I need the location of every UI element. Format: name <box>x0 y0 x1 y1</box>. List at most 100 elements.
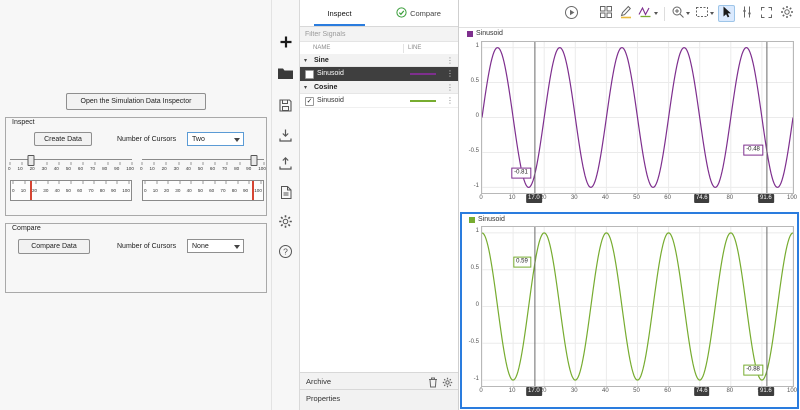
tab-compare[interactable]: Compare <box>379 0 458 26</box>
tick-label: 90 <box>242 188 249 193</box>
slider-thumb[interactable] <box>250 155 258 166</box>
x-tick-label: 0 <box>479 195 483 201</box>
x-tick-label: 30 <box>570 388 578 394</box>
tick-mark <box>214 162 216 165</box>
tick-mark <box>46 162 48 165</box>
cursor-time-badge[interactable]: 17.0 <box>526 194 542 203</box>
cursor-time-badge[interactable]: 17.0 <box>526 387 542 396</box>
tick-label: 80 <box>99 188 105 193</box>
fit-to-view-button[interactable] <box>694 5 715 22</box>
signal-style-button[interactable] <box>637 5 659 22</box>
arrow-pointer-icon <box>720 5 733 22</box>
run-button[interactable] <box>563 5 580 22</box>
signal-row-cosine-sinusoid[interactable]: Sinusoid ⋮ <box>300 94 458 108</box>
compare-cursors-dropdown-value: None <box>192 242 209 250</box>
gauge-tick-marks <box>144 181 262 184</box>
collapse-arrow-icon[interactable]: ▾ <box>304 84 307 91</box>
tick-mark <box>35 181 37 184</box>
import-button[interactable] <box>272 124 299 150</box>
tick-label: 60 <box>209 166 216 171</box>
plus-icon <box>278 34 294 53</box>
x-tick-label: 60 <box>664 388 671 394</box>
signal-line-swatch <box>410 100 436 102</box>
tick-label: 80 <box>234 166 240 171</box>
add-signals-button[interactable] <box>272 30 299 56</box>
row-options-icon[interactable]: ⋮ <box>446 83 454 92</box>
tick-mark <box>21 162 23 165</box>
plot-legend: Sinusoid <box>467 30 503 37</box>
open-sdi-button[interactable]: Open the Simulation Data Inspector <box>66 93 206 110</box>
pointer-tool-button[interactable] <box>718 5 735 22</box>
plot-checkbox[interactable] <box>305 70 314 79</box>
tick-mark <box>214 181 216 184</box>
x-tick-label: 10 <box>508 195 516 201</box>
signal-group-row-sine[interactable]: ▾ Sine ⋮ <box>300 54 458 67</box>
legend-swatch <box>467 30 473 37</box>
row-options-icon[interactable]: ⋮ <box>446 56 454 65</box>
maximize-button[interactable] <box>758 5 775 22</box>
tick-label: 0 <box>8 166 11 171</box>
archive-bar[interactable]: Archive <box>300 372 458 389</box>
compare-data-button[interactable]: Compare Data <box>18 239 90 254</box>
tick-label: 20 <box>164 188 170 193</box>
compare-cursors-dropdown[interactable]: None <box>187 239 244 253</box>
slider-tick-labels: 0 10 20 30 40 50 60 70 80 90 100 <box>8 166 134 171</box>
create-data-button[interactable]: Create Data <box>34 132 92 146</box>
signal-group-row-cosine[interactable]: ▾ Cosine ⋮ <box>300 81 458 94</box>
signal-row-sine-sinusoid[interactable]: Sinusoid ⋮ <box>300 67 458 81</box>
sdi-signal-panel: Inspect Compare NAME LINE ▾ Sine ⋮ Sinus… <box>300 0 458 410</box>
open-session-button[interactable] <box>272 61 299 87</box>
data-cursors-button[interactable] <box>738 5 755 22</box>
row-options-icon[interactable]: ⋮ <box>446 69 454 78</box>
tick-label: 40 <box>185 166 191 171</box>
tick-mark <box>226 162 228 165</box>
zoom-button[interactable] <box>670 5 691 22</box>
sine-subplot[interactable]: Sinusoid 010203040506070809010010.50-0.5… <box>460 28 800 212</box>
tick-mark <box>190 162 192 165</box>
preferences-button[interactable] <box>272 210 299 236</box>
question-icon: ? <box>278 244 293 262</box>
help-button[interactable]: ? <box>272 240 299 266</box>
sdi-tab-bar: Inspect Compare <box>300 0 458 27</box>
cosine-subplot-selected[interactable]: Sinusoid 010203040506070809010010.50-0.5… <box>460 212 799 409</box>
cursor-time-badge[interactable]: 91.6 <box>758 194 774 203</box>
tick-label: 10 <box>149 166 155 171</box>
y-tick-label: -1 <box>473 375 479 382</box>
cursor-value-label: 0.59 <box>513 256 531 268</box>
tick-mark <box>263 162 265 165</box>
filter-signals-input[interactable] <box>300 27 458 42</box>
inspect-cursors-dropdown[interactable]: Two <box>187 132 244 146</box>
tab-inspect[interactable]: Inspect <box>300 0 379 26</box>
cursor-value-label: -0.48 <box>743 144 763 156</box>
signal-name: Sinusoid <box>317 70 344 77</box>
save-session-button[interactable] <box>272 94 299 120</box>
tick-label: 10 <box>17 166 23 171</box>
row-options-icon[interactable]: ⋮ <box>446 96 454 105</box>
tick-label: 60 <box>209 188 215 193</box>
slider-thumb[interactable] <box>27 155 35 166</box>
chevron-down-icon <box>654 12 658 15</box>
plot-checkbox[interactable] <box>305 97 314 106</box>
app-root: Open the Simulation Data Inspector Inspe… <box>0 0 800 410</box>
highlight-button[interactable] <box>617 5 634 22</box>
cursor-value-label: -0.88 <box>743 364 763 376</box>
group-name: Sine <box>314 56 329 64</box>
slider-tick-labels: 0 10 20 30 40 50 60 70 80 90 100 <box>140 166 266 171</box>
tick-label: 40 <box>53 166 59 171</box>
cursor-delta-badge: 74.6 <box>693 194 710 203</box>
y-tick-label: -0.5 <box>468 147 479 154</box>
sdi-toolstrip: ? <box>272 0 300 410</box>
cursor-time-badge[interactable]: 91.6 <box>758 387 774 396</box>
sdi-plots-panel: Sinusoid 010203040506070809010010.50-0.5… <box>458 0 800 410</box>
plot-area[interactable] <box>481 226 794 387</box>
collapse-arrow-icon[interactable]: ▾ <box>304 57 307 64</box>
cursor1-slider[interactable]: 0 10 20 30 40 50 60 70 80 90 100 <box>8 154 134 176</box>
tick-label: 0 <box>140 166 143 171</box>
properties-bar[interactable]: Properties <box>300 389 458 410</box>
layout-button[interactable] <box>597 5 614 22</box>
export-button[interactable] <box>272 152 299 178</box>
cursor2-slider[interactable]: 0 10 20 30 40 50 60 70 80 90 100 <box>140 154 266 176</box>
tick-label: 90 <box>110 188 117 193</box>
create-report-button[interactable] <box>272 181 299 207</box>
plot-settings-button[interactable] <box>778 5 795 22</box>
